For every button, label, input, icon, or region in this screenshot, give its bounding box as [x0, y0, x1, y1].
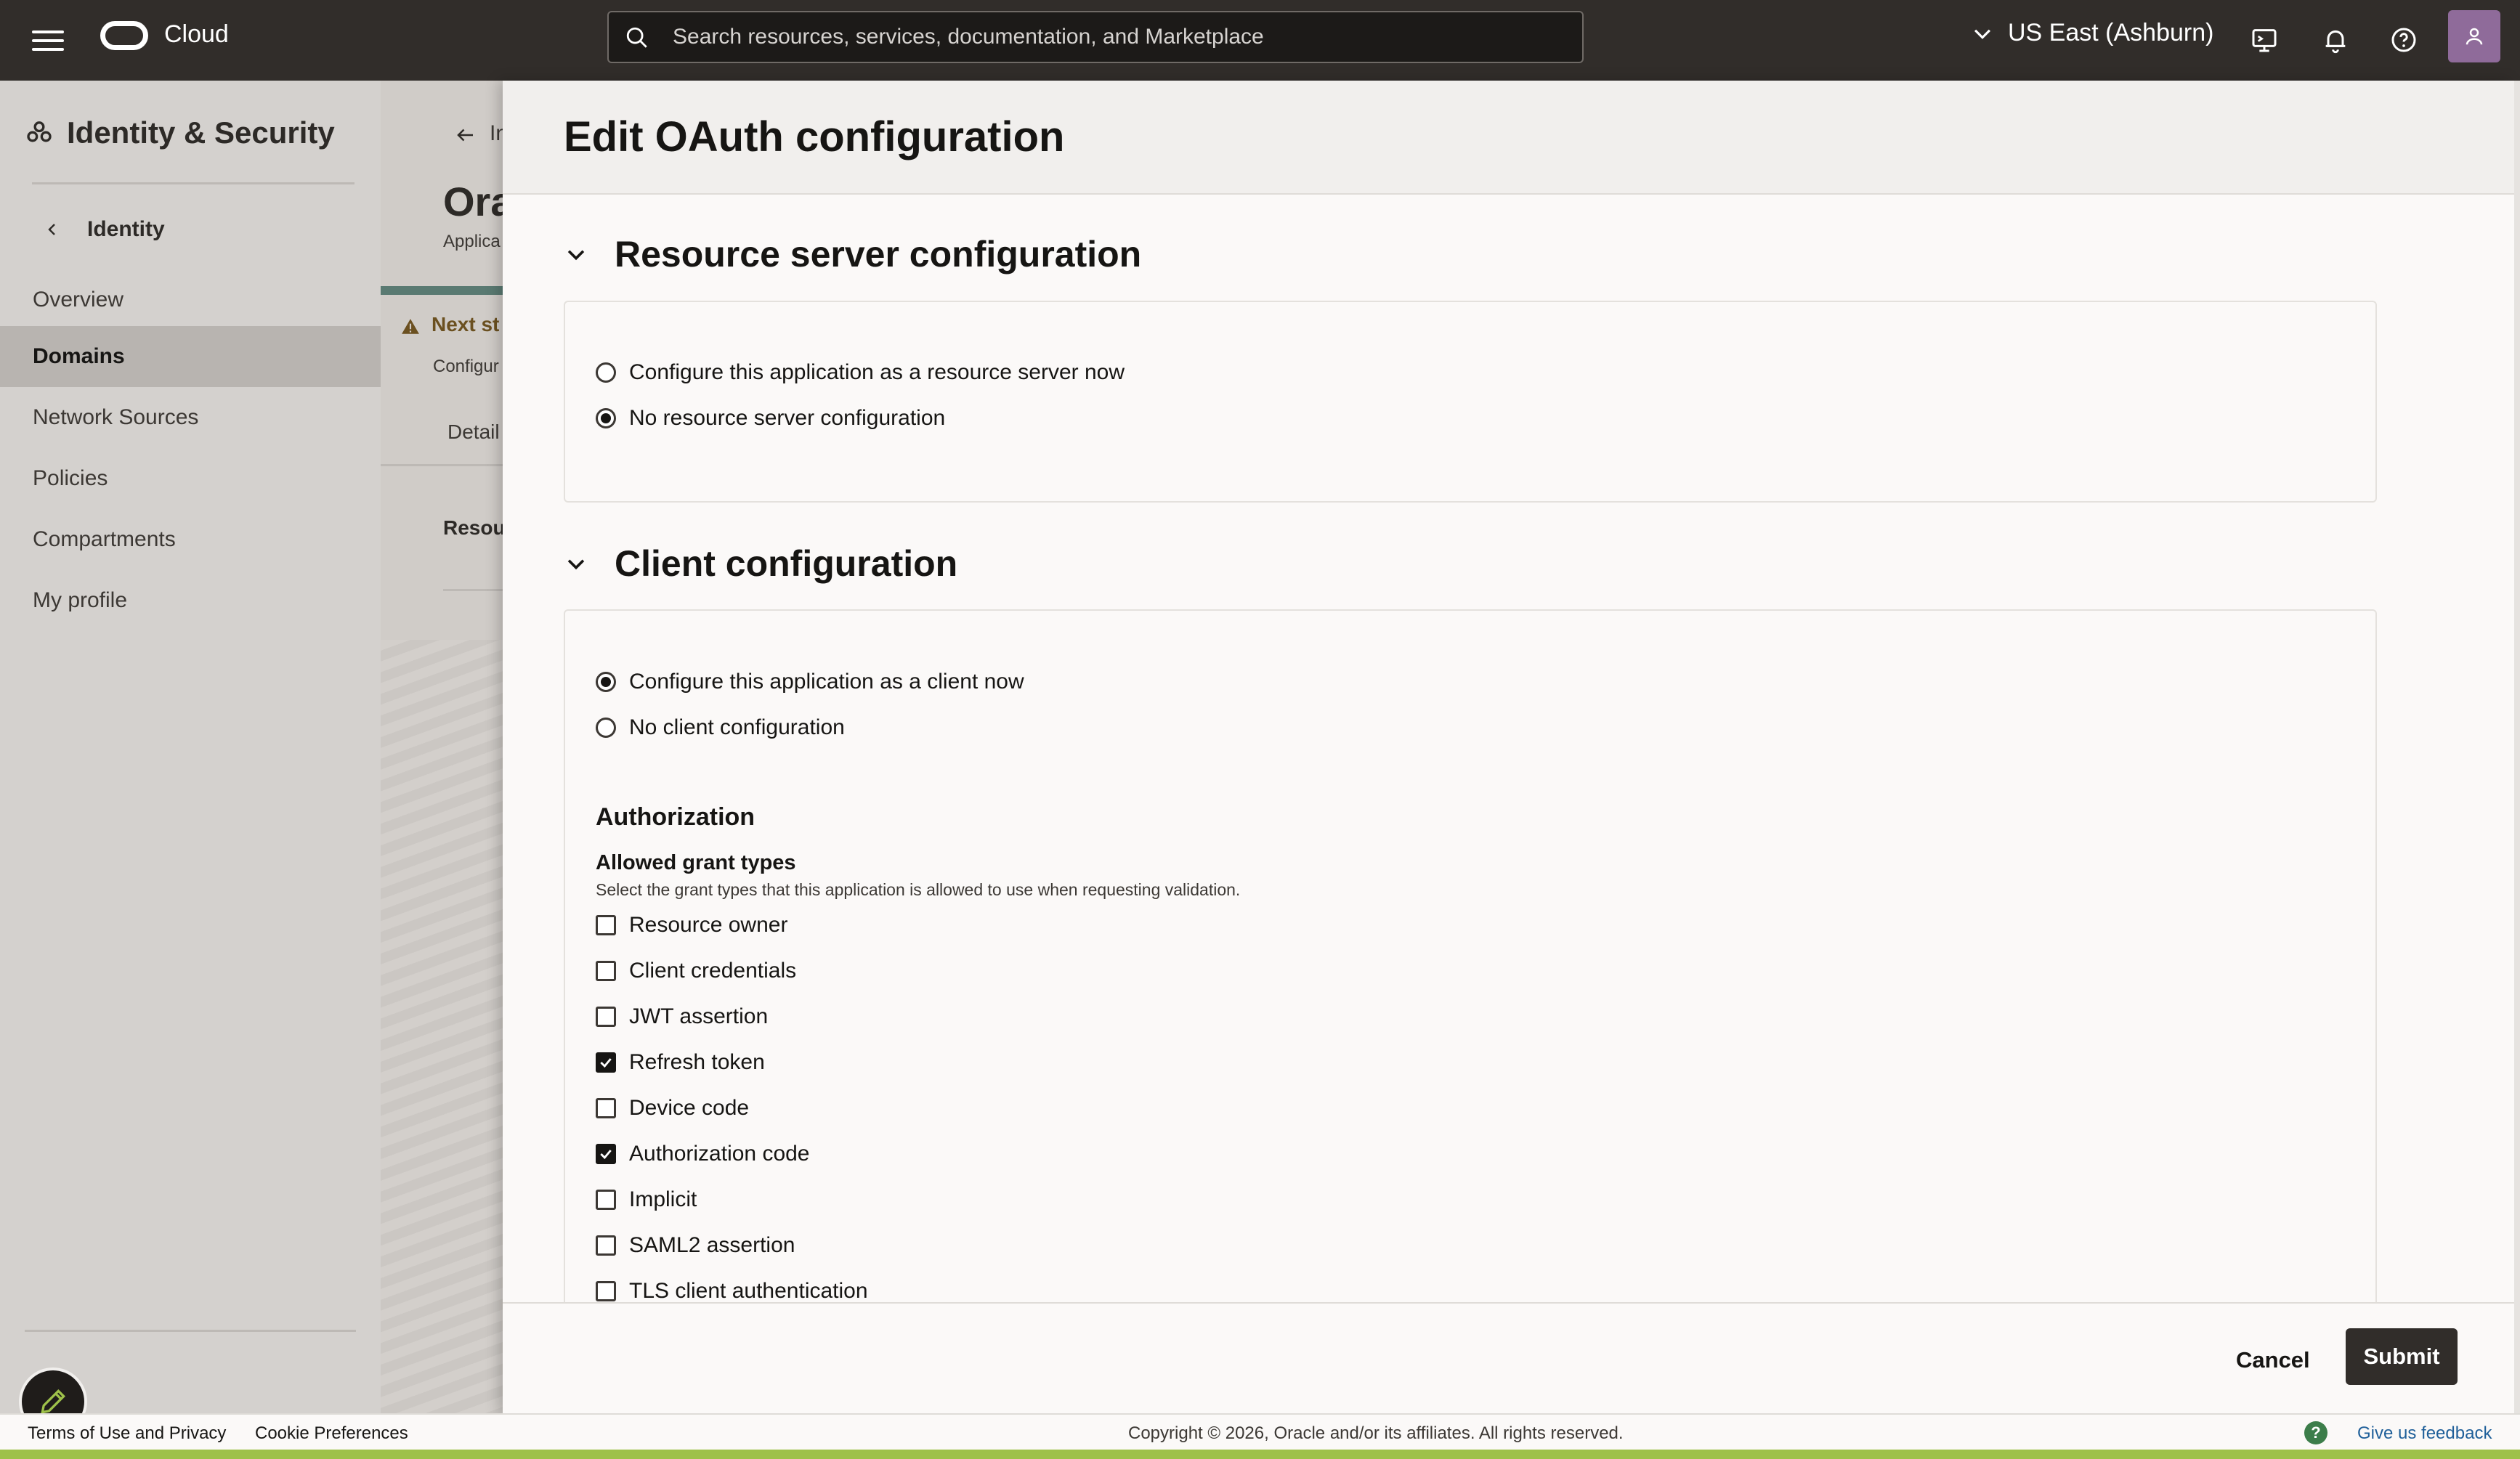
nav-bottom-divider [25, 1330, 356, 1332]
arrow-left-icon[interactable] [453, 124, 478, 146]
page-title: Ora [443, 179, 503, 224]
checkbox-saml2-assertion[interactable]: SAML2 assertion [596, 1233, 795, 1258]
nav-divider [32, 182, 354, 184]
left-navigation: Identity & Security Identity Overview Do… [0, 81, 381, 1459]
chevron-left-icon [48, 224, 55, 235]
client-configuration-heading: Client configuration [615, 543, 958, 584]
background-texture [381, 640, 503, 1413]
check-icon [600, 1058, 612, 1068]
checkbox-refresh-token[interactable]: Refresh token [596, 1050, 765, 1075]
drawer-footer: Cancel Submit [503, 1302, 2514, 1413]
application-page-background: In Ora Applica Next st Configur Detail R… [381, 81, 503, 1413]
sidebar-item-policies[interactable]: Policies [0, 448, 381, 509]
search-bar[interactable] [607, 11, 1584, 63]
radio-no-client[interactable]: No client configuration [596, 715, 845, 740]
user-icon [2466, 28, 2483, 45]
resource-server-card [564, 301, 2377, 503]
brand-name[interactable]: Cloud [164, 20, 229, 49]
client-configuration-card [564, 609, 2377, 1306]
status-strip [381, 286, 503, 295]
user-avatar[interactable] [2448, 10, 2500, 62]
submit-button[interactable]: Submit [2346, 1328, 2458, 1385]
grant-types-heading: Allowed grant types [596, 851, 796, 874]
checkbox[interactable] [596, 961, 616, 981]
page-subtitle: Applica [443, 232, 501, 251]
checkbox[interactable] [596, 1281, 616, 1301]
client-section-toggle[interactable]: Client configuration [564, 542, 957, 585]
help-icon[interactable] [2386, 22, 2422, 58]
tab-divider [381, 464, 503, 466]
copyright-text: Copyright © 2026, Oracle and/or its affi… [1128, 1423, 1624, 1443]
breadcrumb-back[interactable]: In [490, 121, 503, 146]
checkbox-checked[interactable] [596, 1052, 616, 1073]
radio-button[interactable] [596, 362, 616, 383]
checkbox[interactable] [596, 1235, 616, 1256]
terms-link[interactable]: Terms of Use and Privacy [28, 1423, 226, 1444]
cloud-shell-icon[interactable] [2246, 22, 2282, 58]
checkbox-authorization-code[interactable]: Authorization code [596, 1142, 810, 1166]
checkbox-tls-client-auth[interactable]: TLS client authentication [596, 1279, 868, 1304]
checkbox-device-code[interactable]: Device code [596, 1096, 749, 1121]
region-selector[interactable]: US East (Ashburn) [1970, 19, 2213, 47]
checkbox[interactable] [596, 1098, 616, 1118]
checkbox[interactable] [596, 1190, 616, 1210]
checkbox-resource-owner[interactable]: Resource owner [596, 913, 787, 938]
sidebar-item-network-sources[interactable]: Network Sources [0, 387, 381, 448]
resources-heading: Resou [443, 516, 503, 539]
checkbox-implicit[interactable]: Implicit [596, 1187, 697, 1212]
cancel-button[interactable]: Cancel [2217, 1337, 2329, 1383]
oracle-logo[interactable] [100, 21, 148, 50]
configure-text: Configur [433, 357, 499, 376]
region-label: US East (Ashburn) [2008, 19, 2214, 46]
identity-security-icon [27, 121, 52, 142]
radio-button[interactable] [596, 718, 616, 738]
search-input[interactable] [673, 12, 1566, 62]
radio-configure-client[interactable]: Configure this application as a client n… [596, 670, 1024, 694]
warning-icon [402, 319, 419, 334]
checkbox-checked[interactable] [596, 1144, 616, 1164]
resources-divider [443, 589, 503, 591]
top-bar: Cloud US East (Ashburn) [0, 0, 2520, 81]
sidebar-item-compartments[interactable]: Compartments [0, 509, 381, 570]
cookie-preferences-link[interactable]: Cookie Preferences [255, 1423, 408, 1444]
authorization-heading: Authorization [596, 803, 755, 831]
checkbox-client-credentials[interactable]: Client credentials [596, 959, 796, 983]
radio-button-selected[interactable] [596, 672, 616, 692]
tab-details[interactable]: Detail [447, 420, 500, 444]
grant-types-help: Select the grant types that this applica… [596, 880, 1241, 899]
radio-button-selected[interactable] [596, 408, 616, 428]
chevron-down-icon [567, 250, 585, 261]
bell-icon[interactable] [2317, 22, 2354, 58]
sidebar-item-overview[interactable]: Overview [0, 269, 381, 330]
feedback-help-icon[interactable]: ? [2304, 1421, 2327, 1444]
chevron-down-icon [567, 559, 585, 570]
drawer-header: Edit OAuth configuration [503, 81, 2514, 195]
feedback-link[interactable]: Give us feedback [2357, 1423, 2492, 1444]
search-icon [626, 27, 647, 48]
chevron-down-icon [1974, 29, 1991, 39]
menu-icon[interactable] [32, 25, 64, 57]
check-icon [600, 1150, 612, 1160]
sidebar-item-my-profile[interactable]: My profile [0, 570, 381, 631]
nav-title: Identity & Security [25, 115, 335, 150]
sidebar-item-domains[interactable]: Domains [0, 326, 381, 387]
radio-no-resource-server[interactable]: No resource server configuration [596, 406, 945, 431]
drawer-title: Edit OAuth configuration [564, 113, 1065, 160]
edit-oauth-drawer: Edit OAuth configuration Resource server… [503, 81, 2514, 1413]
bottom-accent-stripe [0, 1450, 2520, 1459]
next-step-label: Next st [432, 313, 500, 336]
checkbox[interactable] [596, 1007, 616, 1027]
resource-server-heading: Resource server configuration [615, 234, 1142, 275]
page-footer: Terms of Use and Privacy Cookie Preferen… [0, 1413, 2520, 1450]
checkbox-jwt-assertion[interactable]: JWT assertion [596, 1004, 768, 1029]
resource-server-section-toggle[interactable]: Resource server configuration [564, 233, 1141, 275]
radio-configure-resource-server[interactable]: Configure this application as a resource… [596, 360, 1125, 385]
checkbox[interactable] [596, 915, 616, 935]
drawer-scrollbar[interactable] [2514, 81, 2520, 1413]
nav-back-identity[interactable]: Identity [44, 217, 165, 242]
